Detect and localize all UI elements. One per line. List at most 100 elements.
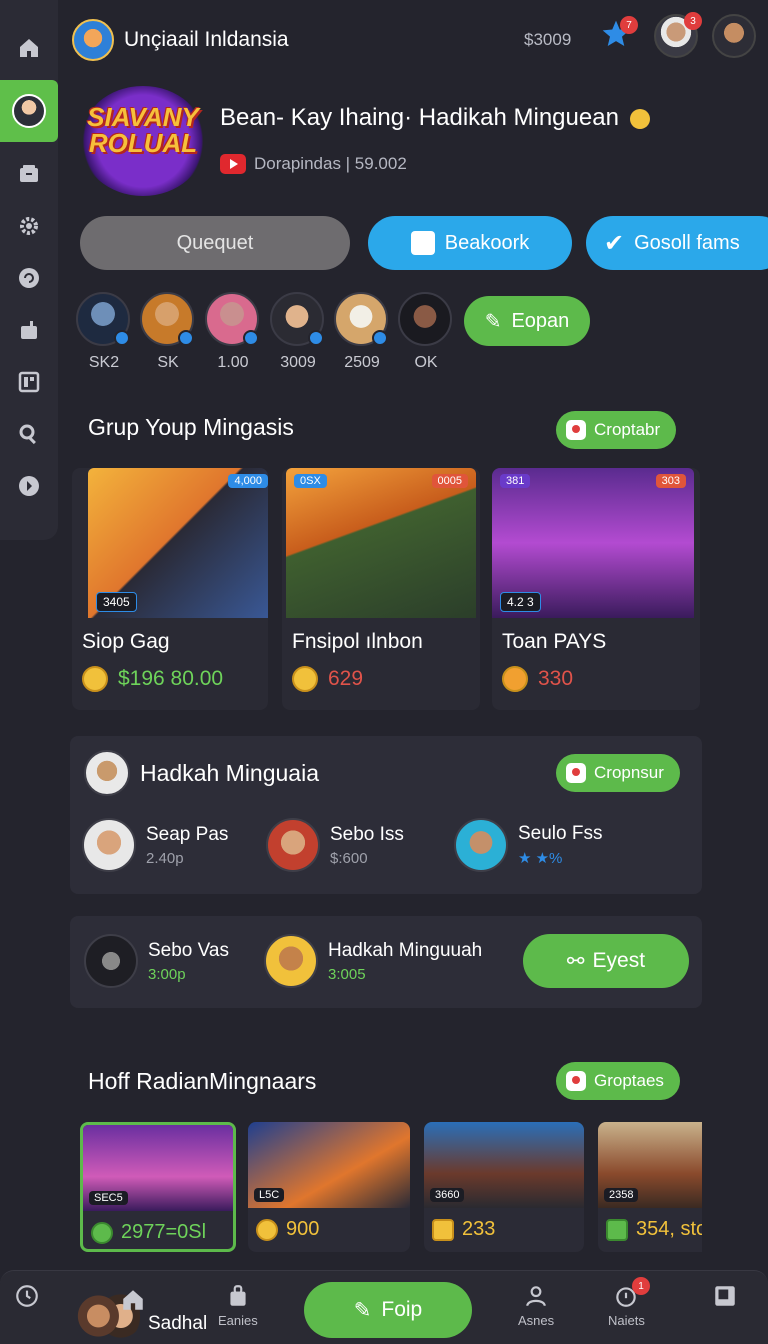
board-icon[interactable] (0, 356, 58, 408)
profile-rail-item[interactable] (0, 80, 58, 142)
user-avatar-top[interactable] (712, 14, 756, 58)
eyest-button[interactable]: ⚯ Eyest (523, 934, 689, 988)
hero-title: Bean- Kay Ihaing· Hadikah Minguean (220, 104, 650, 132)
cropnsur-button[interactable]: Cropnsur (556, 754, 680, 792)
bookmark-icon (410, 231, 435, 255)
coin-icon (292, 666, 318, 692)
item-thumbnail: 3660 (424, 1122, 584, 1208)
avatar (264, 934, 318, 988)
person-item[interactable]: Sebo Vas 3:00p (84, 934, 229, 988)
friend-item[interactable]: 3009 (270, 292, 326, 372)
coin-icon (82, 666, 108, 692)
coin-icon (629, 108, 650, 129)
nav-history[interactable] (14, 1283, 40, 1313)
croptabr-button[interactable]: Croptabr (556, 411, 677, 449)
refresh-icon[interactable] (0, 252, 58, 304)
nav-naiets[interactable]: 1 Naiets (608, 1277, 650, 1328)
home-icon (123, 1290, 143, 1310)
nav-asnes[interactable]: Asnes (518, 1283, 554, 1328)
price: 330 (538, 667, 574, 690)
quequet-button[interactable]: Quequet (80, 216, 350, 270)
tag-icon (566, 420, 586, 440)
verified-icon (372, 330, 388, 346)
settings-icon[interactable] (0, 200, 58, 252)
left-rail (0, 0, 58, 540)
home-icon[interactable] (0, 22, 58, 74)
game-card[interactable]: 0SX 0005 Fnsipol ılnbon 629 (282, 468, 480, 710)
beakoork-button[interactable]: Beakoork (368, 216, 572, 270)
check-icon: ✔ (604, 229, 625, 257)
nav-window[interactable] (712, 1283, 738, 1313)
pencil-icon: ✎ (484, 310, 502, 333)
pencil-icon: ✎ (353, 1298, 372, 1322)
section-title-hadkah: Hadkah Minguaia (140, 760, 320, 786)
person-item[interactable]: Seap Pas 2.40p (82, 818, 228, 872)
clock-icon (16, 1285, 38, 1307)
radian-item[interactable]: SEC5 2977=0Sl (80, 1122, 236, 1252)
link-icon: ⚯ (566, 949, 585, 973)
friend-avatar (398, 292, 452, 346)
app-logo[interactable] (72, 19, 114, 61)
window-icon (715, 1286, 735, 1306)
friend-item[interactable]: SK (140, 292, 196, 372)
channel-logo[interactable]: SIAVANY ROLUAL (80, 86, 206, 196)
game-thumbnail: 0SX 0005 (286, 468, 476, 618)
channel-info: Dorapindas | 59.002 (220, 154, 407, 174)
avatar (12, 94, 46, 128)
coin-icon (256, 1218, 278, 1241)
nav-eanies[interactable]: Eanies (218, 1283, 258, 1328)
search-icon[interactable] (0, 408, 58, 460)
bag-icon (230, 1285, 246, 1306)
verified-icon (243, 330, 259, 346)
people-icon (526, 1286, 546, 1307)
top-bar: Unçiaail Inldansia $3009 7 3 (72, 12, 762, 66)
eopan-button[interactable]: ✎ Eopan (464, 296, 590, 346)
friend-avatar (270, 292, 324, 346)
inbox-icon[interactable] (0, 148, 58, 200)
gosoll-button[interactable]: ✔ Gosoll fams (586, 216, 768, 270)
friend-item[interactable]: 1.00 (205, 292, 261, 372)
person-item[interactable]: Sebo Iss $:600 (266, 818, 404, 872)
friend-avatar (76, 292, 130, 346)
friend-avatar-top[interactable]: 3 (654, 12, 702, 58)
notification-badge: 7 (620, 16, 638, 34)
person-item[interactable]: Hadkah Minguuah 3:005 (264, 934, 482, 988)
price: $196 80.00 (118, 667, 224, 690)
price: 629 (328, 667, 364, 690)
friend-item[interactable]: OK (398, 292, 454, 372)
radian-item[interactable]: 2358 354, stoe (598, 1122, 702, 1252)
item-thumbnail: L5C (248, 1122, 410, 1208)
item-thumbnail: SEC5 (83, 1125, 233, 1211)
person-item[interactable]: Seulo Fss ★ ★% (454, 818, 602, 872)
friend-avatar (140, 292, 194, 346)
wallet-icon[interactable] (0, 304, 58, 356)
notification-badge: 1 (632, 1277, 650, 1295)
avatar (454, 818, 508, 872)
tag-icon (566, 1071, 586, 1091)
avatar (84, 934, 138, 988)
game-thumbnail: 4,000 3405 (88, 468, 268, 618)
forward-icon[interactable] (0, 460, 58, 512)
avatar (266, 818, 320, 872)
item-thumbnail: 2358 (598, 1122, 702, 1208)
foip-button[interactable]: ✎ Foip (304, 1282, 472, 1338)
app-title: Unçiaail Inldansia (124, 28, 289, 51)
game-thumbnail: 381 303 4.2 3 (492, 468, 694, 618)
coin-icon (432, 1218, 454, 1241)
friend-avatar (205, 292, 259, 346)
friend-item[interactable]: SK2 (76, 292, 132, 372)
friend-avatar (334, 292, 388, 346)
game-card[interactable]: 4,000 3405 Siop Gag $196 80.00 (72, 468, 268, 710)
tag-icon (566, 763, 586, 783)
verified-icon (308, 330, 324, 346)
section-title-group: Grup Youp Mingasis (88, 414, 294, 440)
groptaes-button[interactable]: Groptaes (556, 1062, 680, 1100)
favorites-star-icon[interactable]: 7 (600, 16, 638, 54)
radian-item[interactable]: 3660 233 (424, 1122, 584, 1252)
game-card[interactable]: 381 303 4.2 3 Toan PAYS 330 (492, 468, 700, 710)
friend-item[interactable]: 2509 (334, 292, 390, 372)
avatar (84, 750, 130, 796)
radian-item[interactable]: L5C 900 (248, 1122, 410, 1252)
youtube-icon (220, 154, 246, 174)
nav-profile[interactable]: Sadhal (76, 1287, 207, 1344)
